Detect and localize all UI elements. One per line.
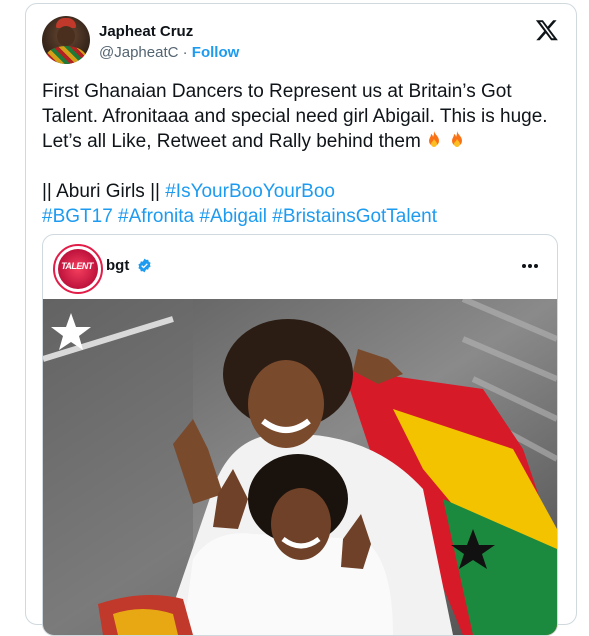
bgt-avatar[interactable]: TALENT — [53, 244, 103, 294]
tweet-paragraph: First Ghanaian Dancers to Represent us a… — [42, 79, 562, 154]
hashtag-link[interactable]: #BristainsGotTalent — [272, 206, 437, 227]
author-handle-row: @JapheatC · Follow — [99, 44, 239, 61]
post-photo[interactable] — [43, 299, 557, 635]
aburi-girls-text: || Aburi Girls || — [42, 181, 160, 202]
verified-badge-icon — [138, 258, 151, 273]
separator-dot: · — [182, 44, 188, 61]
tweet-card[interactable]: Japheat Cruz @JapheatC · Follow First Gh… — [25, 3, 577, 636]
fire-icon — [428, 131, 439, 147]
author-name[interactable]: Japheat Cruz — [99, 23, 193, 40]
tweet-line1: First Ghanaian Dancers to Represent us a… — [42, 81, 548, 152]
quoted-post[interactable]: TALENT bgt — [42, 234, 558, 636]
hashtag-link[interactable]: #IsYourBooYourBoo — [165, 181, 335, 202]
ellipsis-icon[interactable] — [519, 255, 541, 277]
tweet-line3: #BGT17 #Afronita #Abigail #BristainsGotT… — [42, 204, 562, 229]
follow-button[interactable]: Follow — [192, 44, 240, 61]
tweet-text: First Ghanaian Dancers to Represent us a… — [42, 79, 562, 229]
quoted-author-name[interactable]: bgt — [106, 257, 129, 274]
x-logo-icon[interactable] — [535, 18, 559, 42]
hashtag-link[interactable]: #Abigail — [199, 206, 267, 227]
hashtag-link[interactable]: #Afronita — [118, 206, 194, 227]
fire-icon — [451, 131, 462, 147]
bgt-avatar-text: TALENT — [61, 261, 93, 271]
author-avatar[interactable] — [42, 16, 90, 64]
author-handle[interactable]: @JapheatC — [99, 44, 178, 61]
hashtag-link[interactable]: #BGT17 — [42, 206, 113, 227]
tweet-line2: || Aburi Girls || #IsYourBooYourBoo — [42, 179, 562, 204]
